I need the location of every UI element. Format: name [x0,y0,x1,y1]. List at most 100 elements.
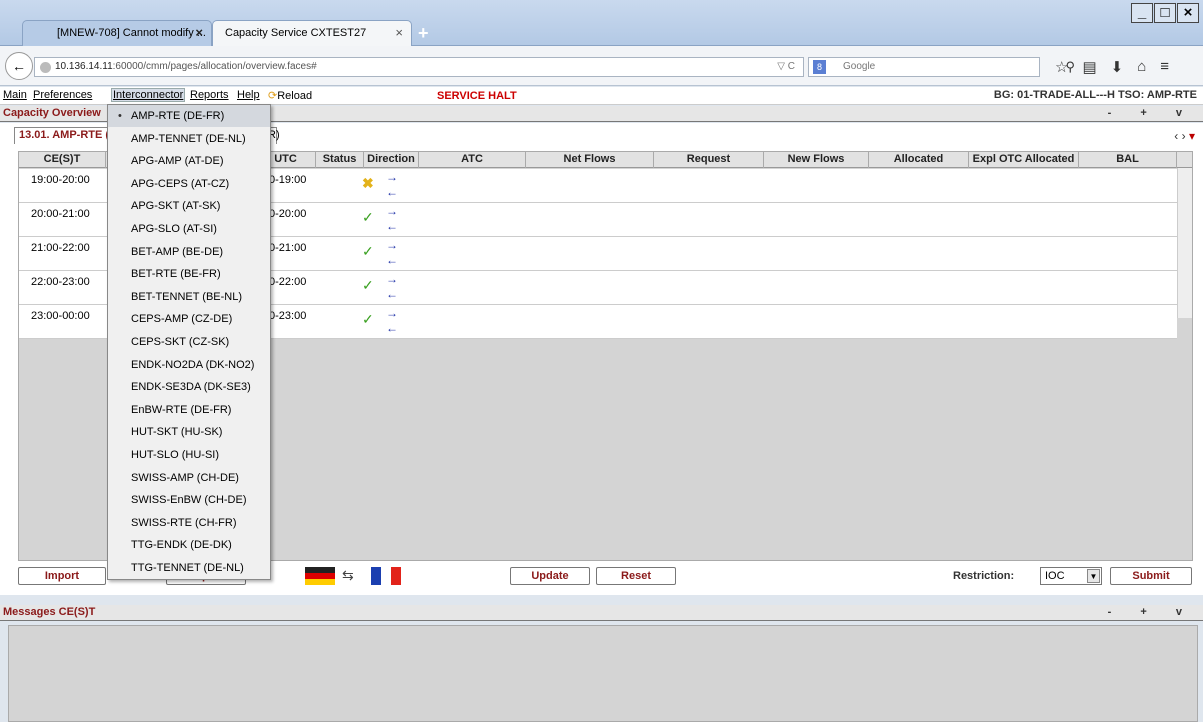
search-engine-icon[interactable]: 8 [813,60,826,74]
cell-cest: 19:00-20:00 [31,174,90,186]
menu-item-interconnector[interactable]: BET-RTE (BE-FR) [108,263,270,285]
tab-capacity-service[interactable]: Capacity Service CXTEST27 × [212,20,412,46]
menu-item-interconnector[interactable]: BET-TENNET (BE-NL) [108,286,270,308]
menu-item-interconnector[interactable]: AMP-TENNET (DE-NL) [108,128,270,150]
direction-cell[interactable]: → ← [386,204,398,234]
col-expl-otc-allocated[interactable]: Expl OTC Allocated [969,152,1079,168]
direction-cell[interactable]: → ← [386,272,398,302]
panel-controls[interactable]: - + v [1108,605,1195,620]
maximize-button[interactable]: □ [1154,3,1176,23]
col-new-flows[interactable]: New Flows [764,152,869,168]
menu-item-label: ENDK-NO2DA (DK-NO2) [131,358,255,371]
col-cest[interactable]: CE(S)T [19,152,106,168]
direction-cell[interactable]: → ← [386,306,398,336]
restriction-label: Restriction: [953,570,1015,582]
menu-item-interconnector[interactable]: • AMP-RTE (DE-FR) [108,105,270,127]
bookmark-star-icon[interactable]: ☆ [1055,58,1068,76]
menu-item-interconnector[interactable]: CEPS-AMP (CZ-DE) [108,308,270,330]
arrow-left-icon[interactable]: ← [386,287,398,301]
search-input[interactable]: 8 Google ⚲ [808,57,1075,77]
update-button[interactable]: Update [510,567,590,585]
reading-list-icon[interactable]: ▤ [1082,58,1096,76]
menu-item-interconnector[interactable]: ENDK-NO2DA (DK-NO2) [108,354,270,376]
download-icon[interactable]: ⬇ [1111,58,1124,76]
menu-item-interconnector[interactable]: APG-CEPS (AT-CZ) [108,173,270,195]
menu-item-interconnector[interactable]: APG-AMP (AT-DE) [108,150,270,172]
menu-item-label: BET-AMP (BE-DE) [131,245,224,258]
arrow-right-icon[interactable]: → [386,238,398,252]
swap-direction-icon[interactable]: ⇆ [342,567,354,584]
col-allocated[interactable]: Allocated [869,152,969,168]
menu-preferences[interactable]: Preferences [33,89,92,101]
tab-amp-rte[interactable]: 13.01. AMP-RTE (DE-FR) [14,127,114,144]
arrow-right-icon[interactable]: → [386,170,398,184]
menu-item-interconnector[interactable]: APG-SLO (AT-SI) [108,218,270,240]
messages-area [8,625,1198,722]
tab-list-icon[interactable]: ▾ [1189,129,1195,143]
arrow-left-icon[interactable]: ← [386,253,398,267]
menu-item-label: AMP-RTE (DE-FR) [131,110,225,122]
import-button[interactable]: Import [18,567,106,585]
minimize-button[interactable]: _ [1131,3,1153,23]
tab-scroll-icon[interactable]: ‹ › [1174,129,1185,143]
panel-controls[interactable]: - + v [1108,106,1195,121]
col-status[interactable]: Status [316,152,364,168]
home-icon[interactable]: ⌂ [1137,58,1146,76]
col-net-flows[interactable]: Net Flows [526,152,654,168]
new-tab-icon[interactable]: + [418,23,429,44]
reload-icon: ⟳ [268,90,278,102]
service-status: SERVICE HALT [437,90,517,102]
close-icon[interactable]: × [395,21,403,45]
direction-cell[interactable]: → ← [386,238,398,268]
arrow-right-icon[interactable]: → [386,306,398,320]
menu-item-label: ENDK-SE3DA (DK-SE3) [131,381,251,394]
direction-cell[interactable]: → ← [386,170,398,200]
col-direction[interactable]: Direction [364,152,419,168]
col-atc[interactable]: ATC [419,152,526,168]
menu-item-interconnector[interactable]: HUT-SKT (HU-SK) [108,421,270,443]
tab-mnew-708[interactable]: [MNEW-708] Cannot modify ... × [22,20,212,46]
menu-item-interconnector[interactable]: BET-AMP (BE-DE) [108,241,270,263]
menu-reload[interactable]: ⟳Reload [268,89,312,102]
close-window-button[interactable]: × [1177,3,1199,23]
col-bal[interactable]: BAL [1079,152,1177,168]
menu-item-interconnector[interactable]: APG-SKT (AT-SK) [108,195,270,217]
interconnector-menu: • AMP-RTE (DE-FR) AMP-TENNET (DE-NL) APG-AM… [107,104,271,580]
messages-panel-title: Messages CE(S)T [3,606,96,618]
arrow-left-icon[interactable]: ← [386,185,398,199]
menu-item-interconnector[interactable]: SWISS-EnBW (CH-DE) [108,489,270,511]
menu-interconnector[interactable]: Interconnector [111,88,186,102]
arrow-right-icon[interactable]: → [386,272,398,286]
menu-icon[interactable]: ≡ [1160,58,1169,76]
arrow-left-icon[interactable]: ← [386,219,398,233]
reload-icon[interactable]: ▽ C [777,58,795,76]
arrow-right-icon[interactable]: → [386,204,398,218]
arrow-left-icon[interactable]: ← [386,321,398,335]
menu-item-interconnector[interactable]: HUT-SLO (HU-SI) [108,444,270,466]
menu-item-label: HUT-SLO (HU-SI) [131,449,219,461]
submit-button[interactable]: Submit [1110,567,1192,585]
menu-item-interconnector[interactable]: TTG-TENNET (DE-NL) [108,557,270,579]
reset-button[interactable]: Reset [596,567,676,585]
chevron-down-icon[interactable]: ▼ [1087,569,1100,583]
grid-scrollbar[interactable] [1177,168,1192,318]
close-icon[interactable]: × [195,21,203,45]
app-menu-bar: Main Preferences Interconnector Reports … [0,87,1203,105]
menu-main[interactable]: Main [3,89,27,101]
address-bar[interactable]: 10.136.14.11:60000/cmm/pages/allocation/… [34,57,804,77]
menu-reports[interactable]: Reports [190,89,229,101]
menu-item-interconnector[interactable]: TTG-ENDK (DE-DK) [108,534,270,556]
col-request[interactable]: Request [654,152,764,168]
menu-item-interconnector[interactable]: EnBW-RTE (DE-FR) [108,399,270,421]
menu-item-interconnector[interactable]: SWISS-RTE (CH-FR) [108,512,270,534]
german-flag-icon [305,567,335,585]
menu-item-interconnector[interactable]: CEPS-SKT (CZ-SK) [108,331,270,353]
menu-help[interactable]: Help [237,89,260,101]
url-path: :60000/cmm/pages/allocation/overview.fac… [112,61,317,72]
menu-item-interconnector[interactable]: SWISS-AMP (CH-DE) [108,467,270,489]
restriction-select[interactable]: IOC ▼ [1040,567,1102,585]
menu-item-label: TTG-TENNET (DE-NL) [131,562,244,574]
tab-navigation[interactable]: ‹ › ▾ [1174,129,1195,143]
menu-item-interconnector[interactable]: ENDK-SE3DA (DK-SE3) [108,376,270,398]
back-button[interactable]: ← [5,52,33,80]
